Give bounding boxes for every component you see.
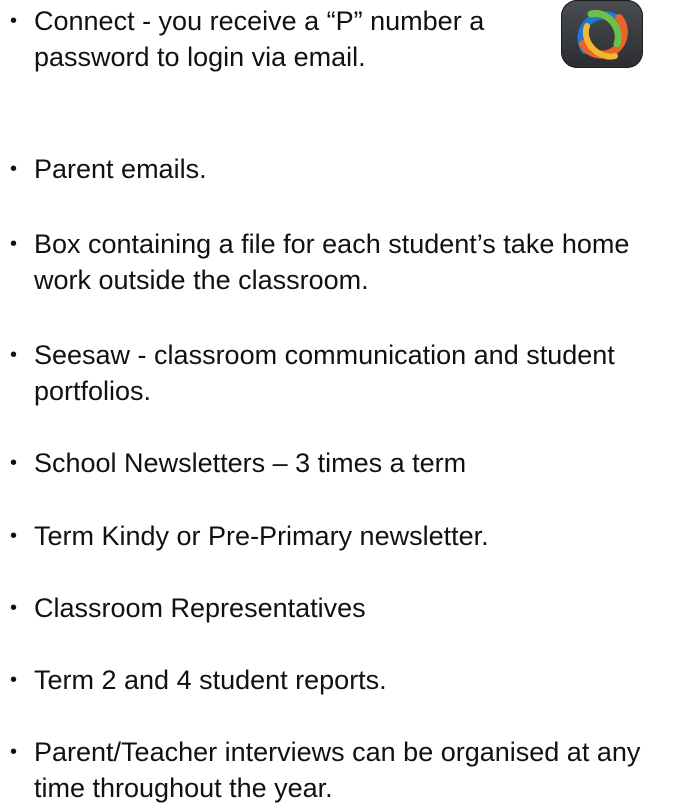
- list-item-text: Classroom Representatives: [34, 590, 684, 626]
- list-item-text: Box containing a file for each student’s…: [34, 226, 684, 298]
- connect-app-icon: [561, 0, 643, 68]
- bullet: •: [10, 741, 18, 763]
- bullet: •: [10, 669, 18, 691]
- bullet: •: [10, 525, 18, 547]
- bullet: •: [10, 344, 18, 366]
- list-item-text: Seesaw - classroom communication and stu…: [34, 337, 684, 409]
- list-item-line: Classroom Representatives: [34, 593, 366, 623]
- bullet: •: [10, 158, 18, 180]
- bullet-list: • Connect - you receive a “P” number a p…: [0, 0, 690, 803]
- bullet: •: [10, 452, 18, 474]
- list-item-line: Parent emails.: [34, 154, 207, 184]
- connect-logo-icon: [577, 9, 628, 60]
- list-item-line: Parent/Teacher interviews can be organis…: [34, 737, 641, 767]
- list-item-line: work outside the classroom.: [34, 265, 369, 295]
- list-item-line: School Newsletters – 3 times a term: [34, 448, 467, 478]
- list-item-text: Parent emails.: [34, 151, 684, 187]
- list-item-line: time throughout the year.: [34, 773, 333, 803]
- bullet: •: [10, 597, 18, 619]
- list-item-line: Seesaw - classroom communication and stu…: [34, 340, 615, 370]
- bullet: •: [10, 10, 18, 32]
- bullet: •: [10, 233, 18, 255]
- list-item-text: Term 2 and 4 student reports.: [34, 662, 684, 698]
- list-item-text: School Newsletters – 3 times a term: [34, 445, 684, 481]
- list-item-line: Connect - you receive a “P” number a: [34, 6, 485, 36]
- list-item-text: Parent/Teacher interviews can be organis…: [34, 734, 684, 806]
- list-item-line: Term Kindy or Pre-Primary newsletter.: [34, 521, 489, 551]
- list-item-line: Term 2 and 4 student reports.: [34, 665, 387, 695]
- list-item-line: Box containing a file for each student’s…: [34, 229, 630, 259]
- list-item-line: portfolios.: [34, 376, 152, 406]
- list-item-text: Term Kindy or Pre-Primary newsletter.: [34, 518, 684, 554]
